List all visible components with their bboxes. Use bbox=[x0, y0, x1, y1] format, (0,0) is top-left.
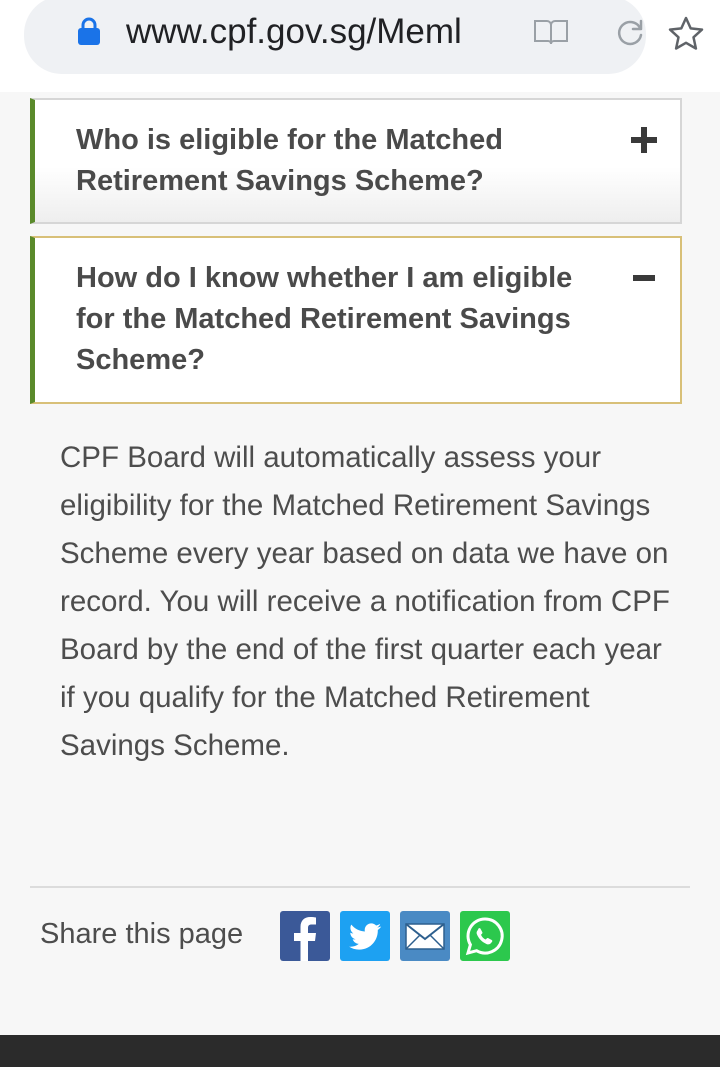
faq-question[interactable]: Who is eligible for the Matched Retireme… bbox=[76, 120, 616, 202]
twitter-icon bbox=[349, 923, 382, 950]
share-whatsapp-button[interactable] bbox=[460, 911, 510, 961]
share-twitter-button[interactable] bbox=[340, 911, 390, 961]
share-email-button[interactable] bbox=[400, 911, 450, 961]
faq-item-eligibility[interactable]: Who is eligible for the Matched Retireme… bbox=[30, 98, 682, 224]
reload-icon[interactable] bbox=[614, 16, 646, 48]
faq-item-how-to-know[interactable]: How do I know whether I am eligible for … bbox=[30, 236, 682, 404]
share-label: Share this page bbox=[40, 918, 244, 950]
plus-icon[interactable] bbox=[630, 126, 658, 154]
minus-icon[interactable] bbox=[630, 264, 658, 292]
faq-answer: CPF Board will automatically assess your… bbox=[60, 441, 670, 762]
reader-mode-icon[interactable] bbox=[533, 18, 569, 46]
address-bar[interactable]: www.cpf.gov.sg/Meml bbox=[24, 0, 646, 74]
email-icon bbox=[405, 923, 445, 950]
page: www.cpf.gov.sg/Meml Who is eligible for … bbox=[0, 0, 720, 1067]
footer-bar bbox=[0, 1035, 720, 1067]
divider bbox=[30, 886, 690, 888]
whatsapp-icon bbox=[465, 917, 504, 956]
faq-question[interactable]: How do I know whether I am eligible for … bbox=[76, 258, 616, 381]
url-text[interactable]: www.cpf.gov.sg/Meml bbox=[126, 10, 500, 54]
share-facebook-button[interactable] bbox=[280, 911, 330, 961]
star-icon[interactable] bbox=[666, 14, 706, 54]
lock-icon[interactable] bbox=[76, 16, 102, 46]
facebook-icon bbox=[294, 917, 316, 961]
browser-toolbar: www.cpf.gov.sg/Meml bbox=[0, 0, 720, 92]
